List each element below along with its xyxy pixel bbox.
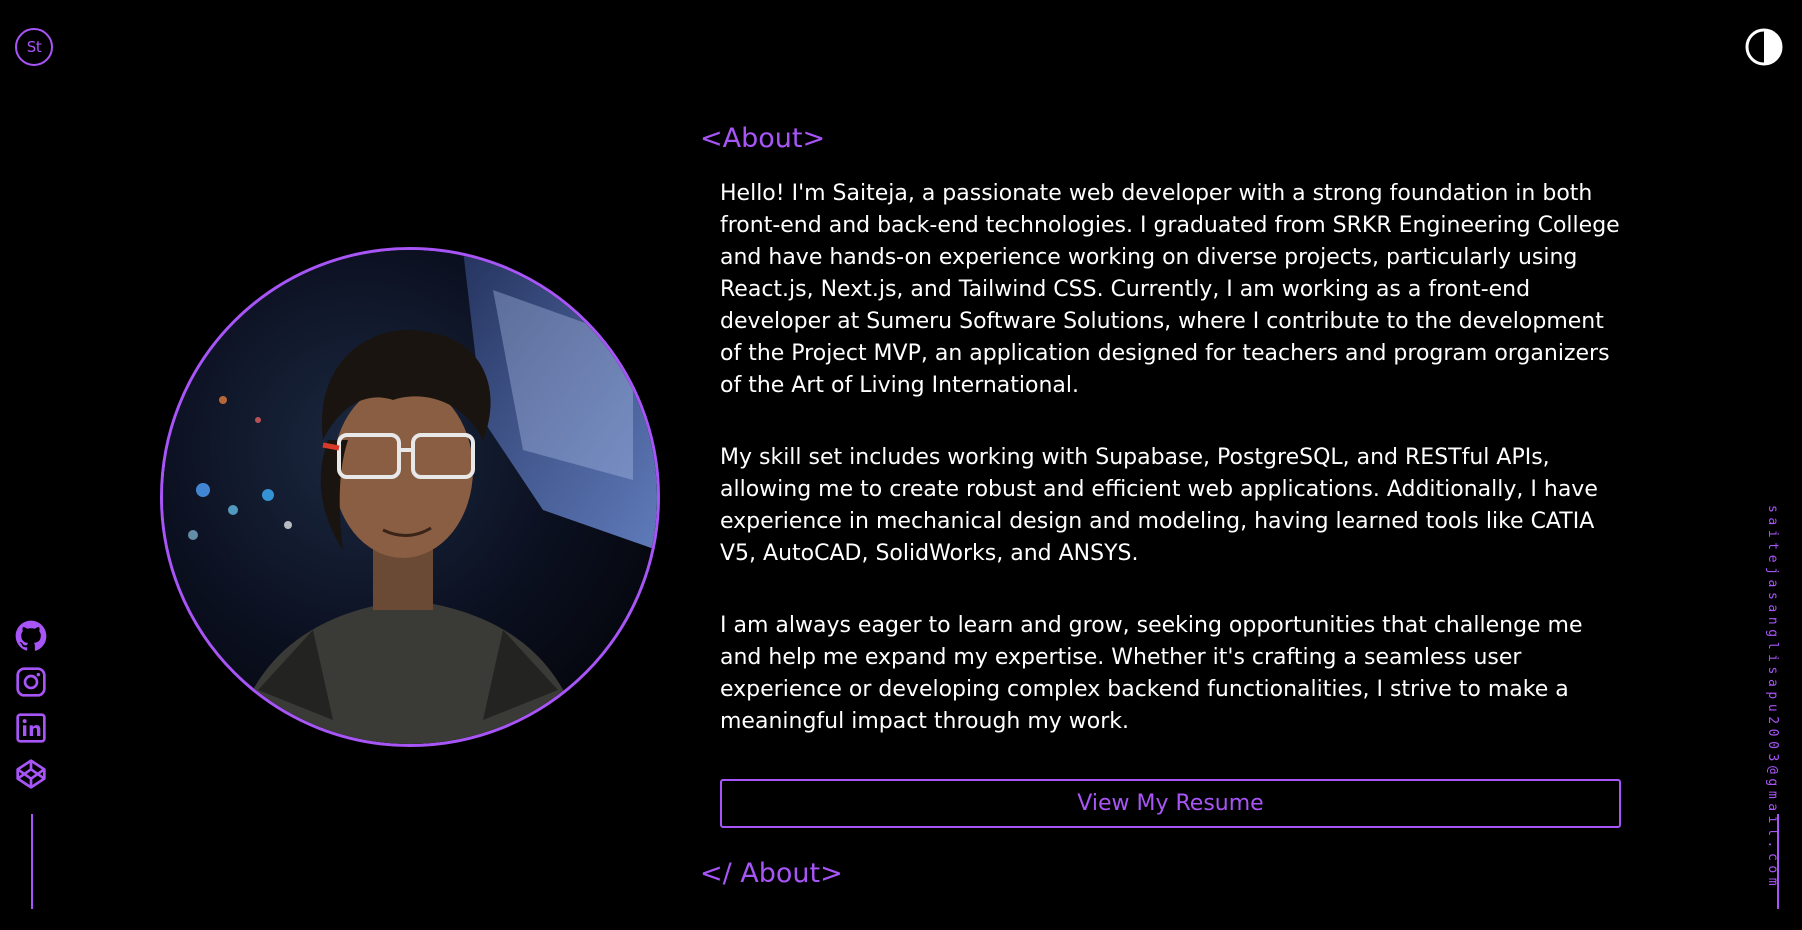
social-divider-line [31,814,33,909]
about-open-tag: <About> [700,123,826,154]
instagram-link[interactable] [15,666,47,698]
about-paragraph-1: Hello! I'm Saiteja, a passionate web dev… [720,181,1620,398]
contrast-icon [1745,28,1783,66]
view-resume-button[interactable]: View My Resume [720,779,1621,828]
about-text: Hello! I'm Saiteja, a passionate web dev… [720,178,1630,778]
instagram-icon [16,667,46,697]
github-icon [15,620,47,651]
github-link[interactable] [15,620,47,652]
profile-photo [160,247,660,747]
profile-photo-illustration [163,250,657,744]
logo-text: St [26,38,42,56]
about-close-tag: </ About> [700,858,843,889]
about-paragraph-2: My skill set includes working with Supab… [720,445,1598,566]
about-paragraph-3: I am always eager to learn and grow, see… [720,613,1583,734]
linkedin-icon [16,713,46,743]
theme-toggle-button[interactable] [1745,28,1783,66]
codepen-icon [16,759,46,789]
page: St saitejasanglisapu2003@gmail.com <Abou… [0,0,1802,930]
codepen-link[interactable] [15,758,47,790]
logo[interactable]: St [15,28,53,66]
linkedin-link[interactable] [15,712,47,744]
social-links [13,620,49,790]
email-divider-line [1777,814,1779,909]
